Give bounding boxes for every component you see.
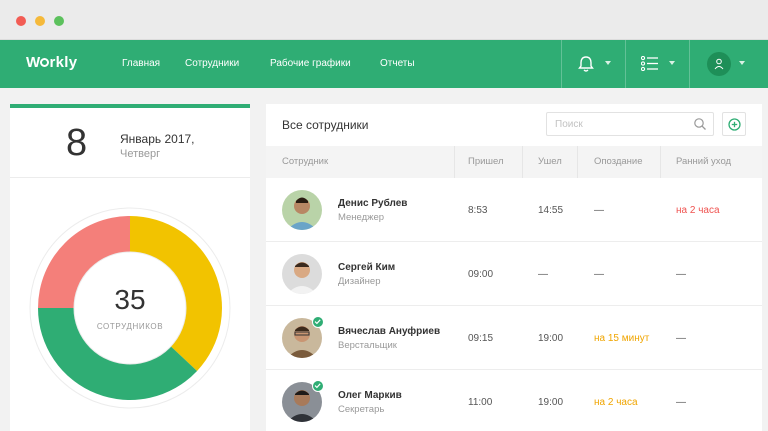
early-leave-value: — <box>676 269 686 280</box>
late-value: на 15 минут <box>594 333 650 344</box>
employee-role: Верстальщик <box>338 340 397 351</box>
employees-panel: Все сотрудники Поиск Сотрудник Пришел Уш… <box>266 104 762 431</box>
date-day: 8 <box>66 122 88 164</box>
employee-total: 35 <box>114 284 146 315</box>
plus-circle-icon <box>728 118 741 131</box>
date-summary-card: 8 Январь 2017, Четверг 35 СОТРУДНИКОВ <box>10 104 250 431</box>
table-row[interactable]: Сергей Ким Дизайнер 09:00 — — — <box>266 242 762 306</box>
user-icon <box>714 58 724 70</box>
column-header-left[interactable]: Ушел <box>538 156 562 167</box>
employee-name[interactable]: Сергей Ким <box>338 262 395 273</box>
table-row[interactable]: Денис Рублев Менеджер 8:53 14:55 — на 2 … <box>266 178 762 242</box>
notifications-button[interactable] <box>562 40 625 88</box>
left-time: 19:00 <box>538 333 564 344</box>
column-header-early-leave[interactable]: Ранний уход <box>676 156 731 167</box>
app-logo[interactable]: Wrkly <box>26 54 77 71</box>
left-time: 19:00 <box>538 397 564 408</box>
chevron-down-icon <box>739 61 745 65</box>
employee-name[interactable]: Олег Маркив <box>338 390 402 401</box>
close-window-button[interactable] <box>16 16 26 26</box>
arrived-time: 11:00 <box>468 397 493 408</box>
verified-badge-icon <box>312 380 324 392</box>
column-header-arrived[interactable]: Пришел <box>468 156 504 167</box>
employee-name[interactable]: Денис Рублев <box>338 198 407 209</box>
nav-item-reports[interactable]: Отчеты <box>380 58 415 69</box>
employee-role: Дизайнер <box>338 276 381 287</box>
early-leave-value: на 2 часа <box>676 205 720 216</box>
user-avatar[interactable] <box>707 52 731 76</box>
employee-avatar <box>282 254 322 294</box>
nav-item-home[interactable]: Главная <box>122 58 160 69</box>
search-input[interactable]: Поиск <box>546 112 714 136</box>
table-row[interactable]: Вячеслав Ануфриев Верстальщик 09:15 19:0… <box>266 306 762 370</box>
column-header-late[interactable]: Опоздание <box>594 156 643 167</box>
column-header-employee[interactable]: Сотрудник <box>282 156 328 167</box>
arrived-time: 8:53 <box>468 205 488 216</box>
column-divider <box>522 146 523 178</box>
add-employee-button[interactable] <box>722 112 746 136</box>
chevron-down-icon <box>669 61 675 65</box>
panel-title: Все сотрудники <box>282 118 369 132</box>
maximize-window-button[interactable] <box>54 16 64 26</box>
late-value: — <box>594 205 604 216</box>
early-leave-value: — <box>676 397 686 408</box>
column-divider <box>577 146 578 178</box>
top-navbar: Wrkly Главная Сотрудники Рабочие графики… <box>0 40 768 88</box>
list-menu-button[interactable] <box>626 40 689 88</box>
current-date: 8 Январь 2017, Четверг <box>10 108 250 178</box>
employee-role: Менеджер <box>338 212 385 223</box>
table-header: Сотрудник Пришел Ушел Опоздание Ранний у… <box>266 146 762 178</box>
arrived-time: 09:00 <box>468 269 494 280</box>
search-icon[interactable] <box>693 117 707 131</box>
left-time: — <box>538 269 548 280</box>
employee-name[interactable]: Вячеслав Ануфриев <box>338 326 440 337</box>
employee-donut-chart: 35 СОТРУДНИКОВ <box>28 206 232 410</box>
left-time: 14:55 <box>538 205 564 216</box>
minimize-window-button[interactable] <box>35 16 45 26</box>
nav-item-employees[interactable]: Сотрудники <box>185 58 239 69</box>
date-weekday: Четверг <box>120 148 161 160</box>
table-row[interactable]: Олег Маркив Секретарь 11:00 19:00 на 2 ч… <box>266 370 762 431</box>
chevron-down-icon <box>605 61 611 65</box>
verified-badge-icon <box>312 316 324 328</box>
column-divider <box>660 146 661 178</box>
employee-role: Секретарь <box>338 404 385 415</box>
nav-item-schedules[interactable]: Рабочие графики <box>270 58 351 69</box>
date-month-year: Январь 2017, <box>120 132 195 146</box>
early-leave-value: — <box>676 333 686 344</box>
search-placeholder: Поиск <box>555 119 583 130</box>
column-divider <box>454 146 455 178</box>
employee-total-label: СОТРУДНИКОВ <box>96 322 164 331</box>
bell-icon <box>578 56 594 72</box>
late-value: — <box>594 269 604 280</box>
window-titlebar <box>0 0 768 40</box>
list-icon <box>641 56 658 71</box>
employee-avatar <box>282 190 322 230</box>
late-value: на 2 часа <box>594 397 638 408</box>
arrived-time: 09:15 <box>468 333 494 344</box>
